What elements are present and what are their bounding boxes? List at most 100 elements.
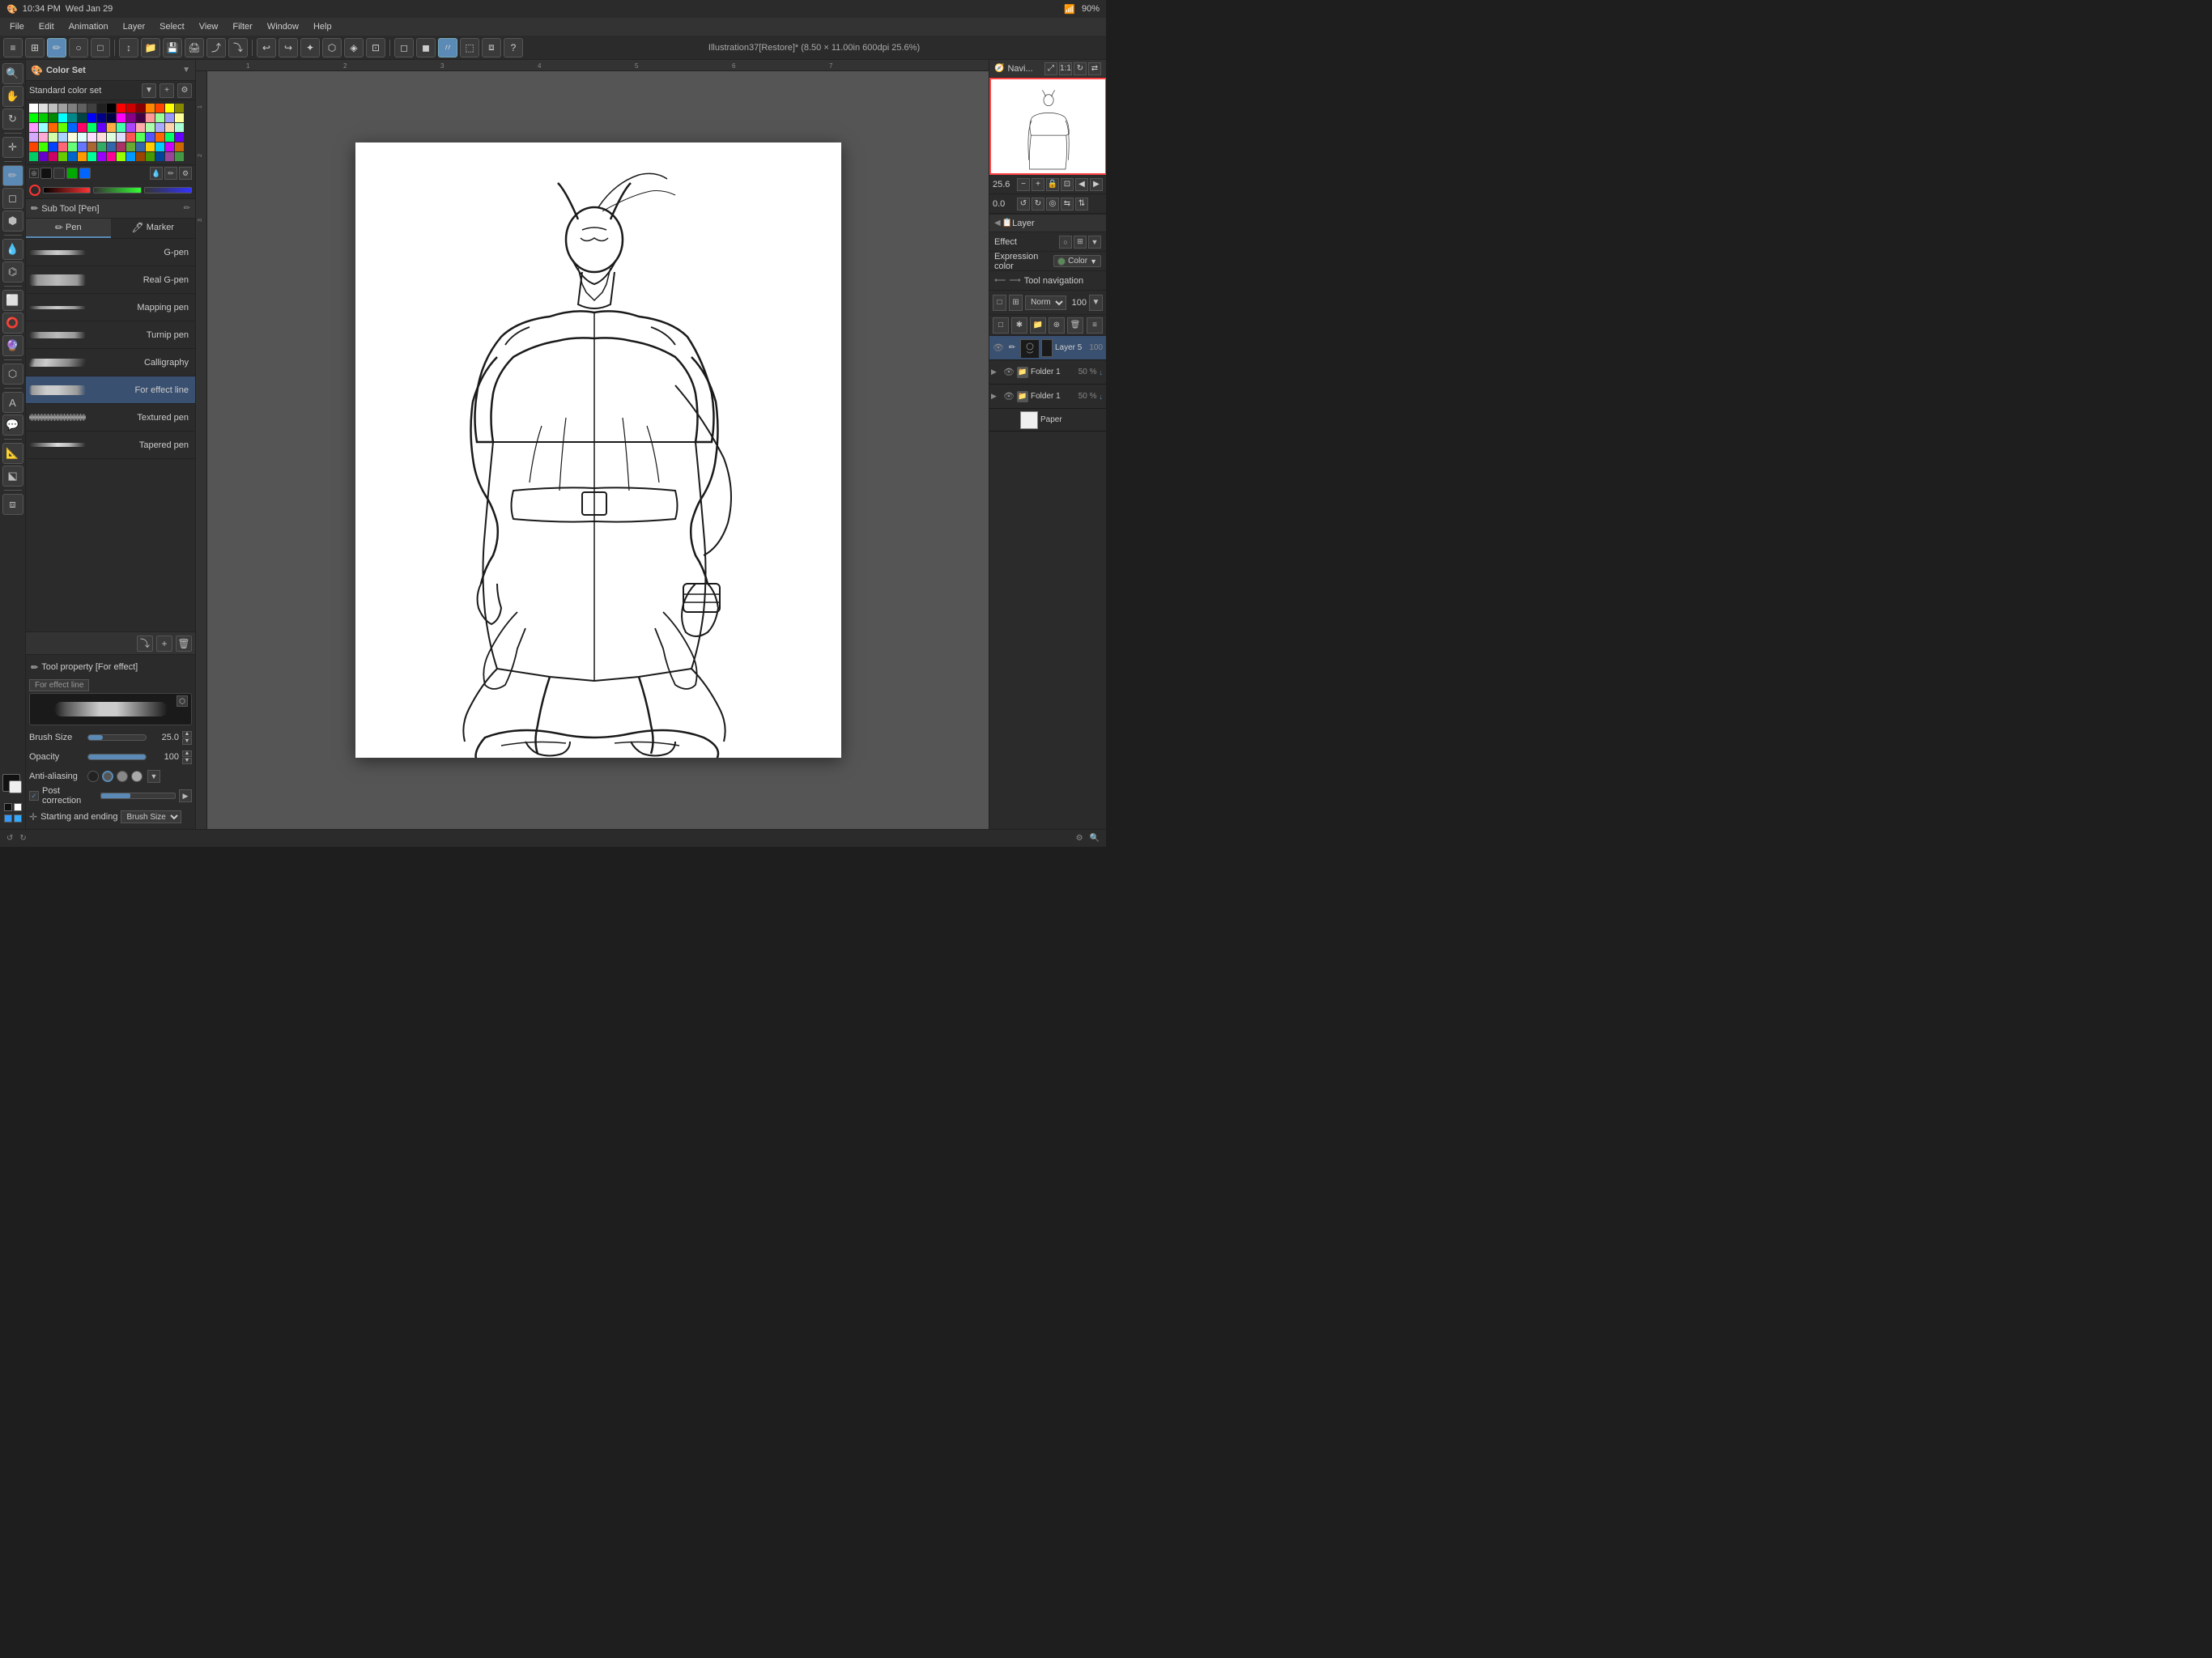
palette-cell[interactable]	[107, 142, 116, 151]
palette-cell[interactable]	[29, 113, 38, 122]
palette-cell[interactable]	[58, 123, 67, 132]
palette-cell[interactable]	[165, 113, 174, 122]
brush-size-slider[interactable]	[87, 734, 147, 741]
tool-auto-select[interactable]: 🔮	[2, 335, 23, 356]
menu-edit[interactable]: Edit	[32, 20, 61, 33]
palette-cell[interactable]	[97, 113, 106, 122]
layer-eye-folder1[interactable]: 👁	[1003, 367, 1015, 378]
palette-cell[interactable]	[175, 152, 184, 161]
toolbar-effect1[interactable]: ✦	[300, 38, 320, 57]
palette-cell[interactable]	[87, 152, 96, 161]
toolbar-select2[interactable]: ◼	[416, 38, 436, 57]
nav-100[interactable]: 1:1	[1059, 62, 1072, 75]
palette-cell[interactable]	[49, 133, 57, 142]
tool-rotate[interactable]: ↻	[2, 108, 23, 130]
menu-file[interactable]: File	[3, 20, 31, 33]
nav-fliph[interactable]: ⇆	[1061, 198, 1074, 210]
toolbar-new[interactable]: ≡	[3, 38, 23, 57]
nav-flip[interactable]: ⇄	[1088, 62, 1101, 75]
palette-cell[interactable]	[126, 152, 135, 161]
menu-window[interactable]: Window	[261, 20, 305, 33]
palette-cell[interactable]	[117, 142, 125, 151]
color-set-menu-btn[interactable]: ▼	[142, 83, 156, 98]
palette-cell[interactable]	[175, 142, 184, 151]
palette-cell[interactable]	[97, 142, 106, 151]
palette-cell[interactable]	[136, 133, 145, 142]
layer-ctrl-2[interactable]: ⊞	[1009, 295, 1023, 311]
layer-more-icon[interactable]: ≡	[1087, 317, 1103, 334]
palette-cell[interactable]	[68, 152, 77, 161]
aa-strong[interactable]	[131, 771, 143, 782]
color-set-add-btn[interactable]: +	[160, 83, 174, 98]
layer-new-vector[interactable]: ✱	[1011, 317, 1027, 334]
palette-cell[interactable]	[78, 152, 87, 161]
brush-item-textured-pen[interactable]: Textured pen	[26, 404, 195, 432]
brush-item-tapered-pen[interactable]: Tapered pen	[26, 432, 195, 459]
brush-item-calligraphy[interactable]: Calligraphy	[26, 349, 195, 376]
palette-cell[interactable]	[146, 113, 155, 122]
toolbar-pen[interactable]: ✏	[47, 38, 66, 57]
palette-cell[interactable]	[87, 104, 96, 113]
palette-cell[interactable]	[165, 142, 174, 151]
palette-cell[interactable]	[175, 104, 184, 113]
nav-prev[interactable]: ◀	[1075, 178, 1088, 191]
palette-cell[interactable]	[68, 133, 77, 142]
palette-cell[interactable]	[78, 133, 87, 142]
palette-cell[interactable]	[29, 133, 38, 142]
palette-cell[interactable]	[136, 152, 145, 161]
palette-cell[interactable]	[29, 104, 38, 113]
brush-item-mapping-pen[interactable]: Mapping pen	[26, 294, 195, 321]
palette-cell[interactable]	[165, 152, 174, 161]
blend-mode-select[interactable]: Norm	[1025, 295, 1066, 310]
tool-fill[interactable]: ⬢	[2, 210, 23, 232]
palette-cell[interactable]	[97, 152, 106, 161]
palette-eyedrop-icon[interactable]: 💧	[150, 167, 163, 180]
nav-zoom-in[interactable]: +	[1032, 178, 1044, 191]
palette-cell[interactable]	[165, 104, 174, 113]
palette-cell[interactable]	[78, 142, 87, 151]
menu-view[interactable]: View	[193, 20, 225, 33]
canvas-content[interactable]	[207, 71, 989, 829]
layer-ctrl-1[interactable]: □	[993, 295, 1006, 311]
color-badge[interactable]: Color ▼	[1053, 255, 1101, 267]
toolbar-crop[interactable]: ⊡	[366, 38, 385, 57]
toolbar-undo[interactable]: ↩	[257, 38, 276, 57]
palette-cell[interactable]	[146, 133, 155, 142]
palette-cell[interactable]	[87, 113, 96, 122]
palette-cell[interactable]	[155, 142, 164, 151]
palette-cell[interactable]	[68, 123, 77, 132]
palette-cell[interactable]	[58, 152, 67, 161]
palette-cell[interactable]	[29, 142, 38, 151]
opacity-up[interactable]: ▲	[182, 750, 192, 757]
brush-delete-btn[interactable]: 🗑	[176, 636, 192, 652]
toolbar-circle[interactable]: ○	[69, 38, 88, 57]
palette-cell[interactable]	[117, 152, 125, 161]
palette-cell[interactable]	[146, 142, 155, 151]
toolbar-print[interactable]: 🖨	[185, 38, 204, 57]
palette-cell[interactable]	[39, 123, 48, 132]
swatch-blue2[interactable]	[14, 814, 22, 823]
tool-lasso[interactable]: ⭕	[2, 312, 23, 334]
palette-cell[interactable]	[58, 113, 67, 122]
palette-cell[interactable]	[155, 104, 164, 113]
nav-rotate-ccw[interactable]: ↺	[1017, 198, 1030, 210]
recent-cell[interactable]	[66, 168, 78, 179]
tool-eraser[interactable]: ◻	[2, 188, 23, 209]
toolbar-select1[interactable]: ◻	[394, 38, 414, 57]
color-set-config-btn[interactable]: ⚙	[177, 83, 192, 98]
palette-cell[interactable]	[175, 113, 184, 122]
palette-cell[interactable]	[68, 113, 77, 122]
color-g-slider[interactable]	[93, 187, 141, 193]
tab-pen[interactable]: ✏ Pen	[26, 219, 111, 238]
palette-cell[interactable]	[136, 104, 145, 113]
palette-cell[interactable]	[107, 133, 116, 142]
palette-cell[interactable]	[107, 104, 116, 113]
recent-cell[interactable]	[53, 168, 65, 179]
palette-cell[interactable]	[68, 104, 77, 113]
palette-cell[interactable]	[87, 123, 96, 132]
palette-cell[interactable]	[126, 104, 135, 113]
layer-eye-layer5[interactable]: 👁	[993, 342, 1004, 354]
color-r-slider[interactable]	[43, 187, 91, 193]
layer-item-folder1b[interactable]: ▶ 👁 📁 Folder 1 50 % ↓	[989, 385, 1106, 409]
palette-cell[interactable]	[58, 104, 67, 113]
